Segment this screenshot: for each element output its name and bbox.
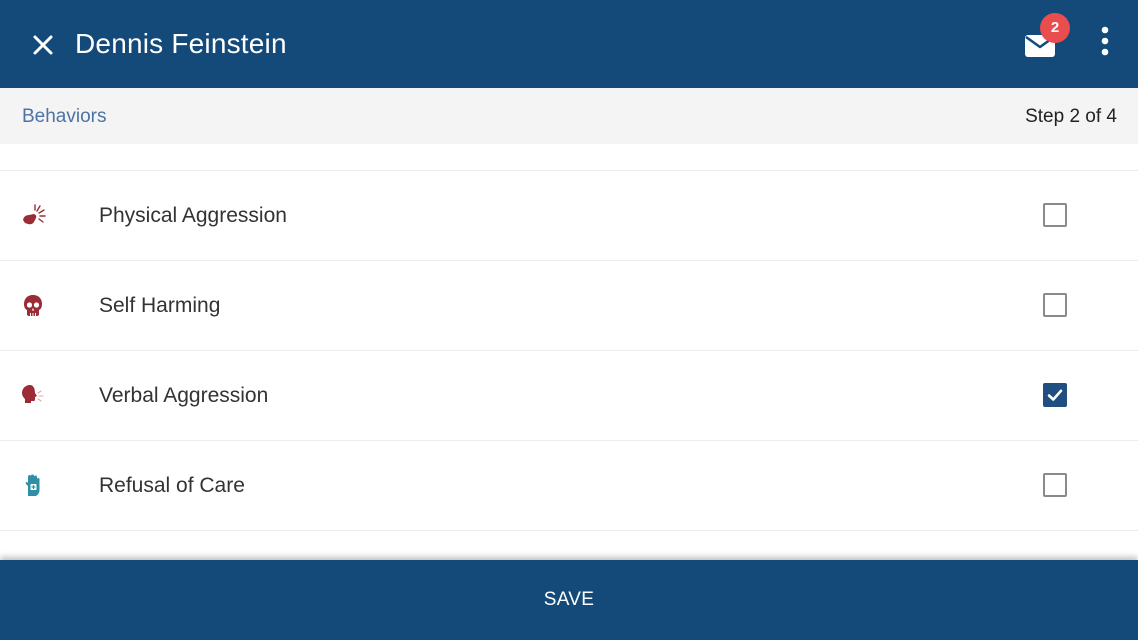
page-title: Dennis Feinstein	[75, 28, 287, 59]
shouting-head-icon	[22, 385, 44, 403]
save-button[interactable]: SAVE	[0, 560, 1138, 640]
section-title: Behaviors	[22, 106, 107, 127]
step-indicator: Step 2 of 4	[1025, 106, 1117, 127]
behavior-label: Self Harming	[99, 294, 221, 317]
behavior-label: Physical Aggression	[99, 204, 287, 227]
behavior-checkbox[interactable]	[1043, 473, 1067, 497]
skull-icon	[24, 295, 42, 316]
behavior-item-refusal-of-care[interactable]: Refusal of Care	[0, 441, 1138, 531]
hand-stop-icon	[25, 474, 40, 496]
behaviors-list: Physical Aggression Self Harming Verbal …	[0, 170, 1138, 531]
behavior-label: Verbal Aggression	[99, 384, 269, 407]
behavior-item-physical-aggression[interactable]: Physical Aggression	[0, 171, 1138, 261]
behavior-checkbox[interactable]	[1043, 293, 1067, 317]
app-screen: Dennis Feinstein 2 Behaviors Step 2 of 4	[0, 0, 1138, 640]
close-icon	[33, 35, 53, 55]
save-button-label: SAVE	[543, 589, 595, 610]
step-header: Behaviors Step 2 of 4	[0, 88, 1138, 144]
more-options-button[interactable]	[1093, 24, 1117, 60]
behavior-item-self-harming[interactable]: Self Harming	[0, 261, 1138, 351]
behavior-checkbox[interactable]	[1043, 383, 1067, 407]
app-bar: Dennis Feinstein 2	[0, 0, 1138, 88]
behavior-checkbox[interactable]	[1043, 203, 1067, 227]
notification-badge: 2	[1040, 13, 1070, 43]
more-vertical-icon	[1101, 26, 1109, 56]
behavior-item-verbal-aggression[interactable]: Verbal Aggression	[0, 351, 1138, 441]
check-icon	[1047, 389, 1063, 401]
close-button[interactable]	[26, 28, 60, 62]
physical-aggression-icon	[23, 204, 46, 225]
behavior-label: Refusal of Care	[99, 474, 245, 497]
